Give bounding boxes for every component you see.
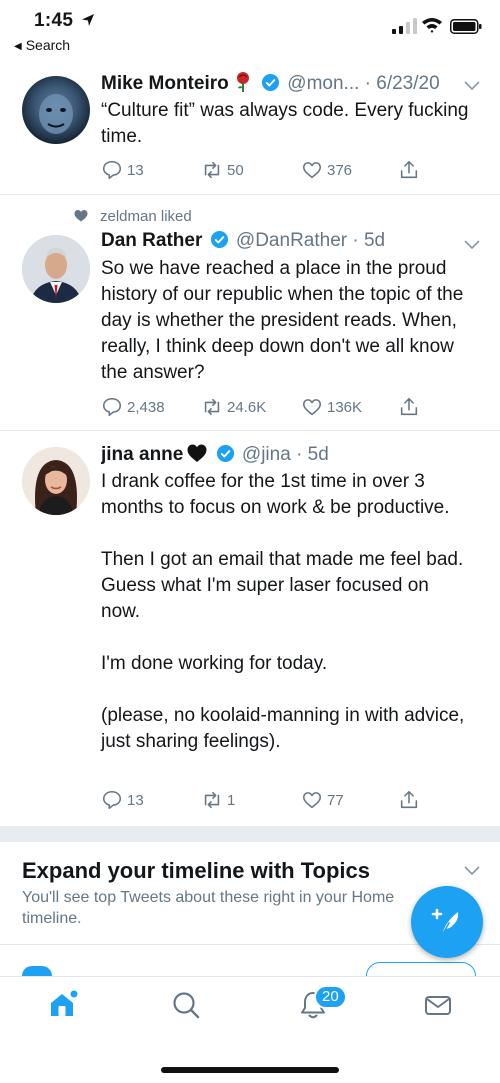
heart-icon: [302, 792, 322, 809]
tab-search[interactable]: [170, 989, 202, 1021]
chevron-down-icon[interactable]: [464, 81, 480, 91]
location-arrow-icon: [82, 14, 94, 26]
avatar-portrait-icon: [39, 94, 73, 134]
liked-heart-icon: [74, 210, 88, 222]
like-button[interactable]: 136K: [301, 395, 362, 419]
tweet-header: Mike Monteiro @mon... · 6/23/20: [101, 71, 460, 95]
tweet[interactable]: zeldman liked Dan Rather @DanRather · 5d…: [0, 195, 500, 431]
wifi-icon: [422, 18, 442, 33]
tab-home[interactable]: [47, 989, 79, 1021]
section-separator: [0, 826, 500, 842]
handle-and-time: @mon... · 6/23/20: [287, 73, 440, 94]
cellular-signal-icon: [392, 18, 417, 34]
retweet-count: 1: [227, 791, 236, 809]
battery-icon: [450, 19, 482, 34]
topic-item-icon: [22, 966, 52, 976]
tweet-header: jina anne @jina · 5d: [101, 442, 460, 466]
social-context: zeldman liked: [74, 208, 192, 225]
back-label: Search: [25, 37, 71, 53]
chevron-down-icon[interactable]: [464, 866, 480, 876]
retweet-count: 24.6K: [227, 398, 267, 416]
tweet-actions: 13 1 77: [101, 788, 431, 812]
display-name[interactable]: jina anne: [101, 444, 183, 465]
handle-and-time: @jina · 5d: [241, 444, 329, 465]
display-name[interactable]: Mike Monteiro: [101, 73, 229, 94]
tweet-text: So we have reached a place in the proud …: [101, 258, 469, 383]
display-name[interactable]: Dan Rather: [101, 230, 202, 251]
tweet-text: I drank coffee for the 1st time in over …: [101, 471, 465, 752]
rose-icon: [236, 72, 249, 92]
chevron-down-icon[interactable]: [464, 240, 480, 250]
reply-icon: [102, 397, 122, 417]
search-icon: [173, 992, 200, 1019]
topics-subtitle: You'll see top Tweets about these right …: [22, 889, 395, 927]
retweet-button[interactable]: 50: [201, 158, 244, 182]
retweet-icon: [204, 161, 220, 179]
like-count: 136K: [327, 398, 363, 416]
avatar-portrait-icon: [22, 447, 90, 515]
retweet-count: 50: [227, 161, 244, 179]
tab-messages[interactable]: [422, 989, 454, 1021]
follow-topic-button[interactable]: [366, 962, 476, 976]
tweet-header: Dan Rather @DanRather · 5d: [101, 230, 460, 252]
share-icon: [400, 790, 418, 809]
retweet-icon: [204, 398, 220, 416]
like-button[interactable]: 77: [301, 788, 344, 812]
bottom-tab-bar: 20: [0, 976, 500, 1083]
reply-button[interactable]: 2,438: [101, 395, 165, 419]
reply-count: 2,438: [127, 398, 165, 416]
tweet[interactable]: Mike Monteiro @mon... · 6/23/20 “Culture…: [0, 60, 500, 195]
status-bar: 1:45 ◀ Search: [0, 0, 500, 60]
tweet-text: “Culture fit” was always code. Every fuc…: [101, 100, 474, 147]
reply-button[interactable]: 13: [101, 788, 144, 812]
verified-badge-icon: [261, 73, 280, 92]
tweet-actions: 2,438 24.6K 136K: [101, 395, 431, 419]
avatar[interactable]: [22, 447, 90, 515]
reply-count: 13: [127, 791, 144, 809]
reply-button[interactable]: 13: [101, 158, 144, 182]
avatar[interactable]: [22, 76, 90, 144]
retweet-button[interactable]: 24.6K: [201, 395, 266, 419]
retweet-button[interactable]: 1: [201, 788, 235, 812]
compose-tweet-button[interactable]: [411, 886, 483, 958]
reply-count: 13: [127, 161, 144, 179]
verified-badge-icon: [216, 444, 234, 463]
black-heart-icon: [187, 444, 207, 462]
status-time: 1:45: [34, 10, 74, 31]
back-triangle-icon: ◀: [14, 41, 22, 52]
home-icon: [51, 990, 78, 1016]
home-indicator: [161, 1067, 339, 1073]
compose-feather-icon: [431, 908, 459, 938]
back-to-search-link[interactable]: ◀ Search: [14, 37, 70, 53]
share-icon: [400, 397, 418, 416]
tweet-actions: 13 50 376: [101, 158, 431, 182]
tweet[interactable]: jina anne @jina · 5d I drank coffee for …: [0, 431, 500, 826]
share-button[interactable]: [398, 788, 424, 812]
handle-and-time: @DanRather · 5d: [235, 230, 386, 251]
social-context-label: zeldman liked: [100, 208, 192, 225]
heart-icon: [302, 162, 322, 179]
messages-icon: [425, 996, 451, 1015]
avatar[interactable]: [22, 235, 90, 303]
verified-badge-icon: [210, 230, 228, 249]
notification-count-badge: 20: [314, 985, 347, 1009]
retweet-icon: [204, 791, 220, 809]
reply-icon: [102, 160, 122, 180]
avatar-portrait-icon: [22, 235, 90, 303]
share-button[interactable]: [398, 158, 424, 182]
share-icon: [400, 160, 418, 179]
reply-icon: [102, 790, 122, 810]
heart-icon: [302, 399, 322, 416]
topics-title: Expand your timeline with Topics: [22, 858, 370, 883]
like-count: 376: [327, 161, 353, 179]
share-button[interactable]: [398, 395, 424, 419]
like-count: 77: [327, 791, 344, 809]
like-button[interactable]: 376: [301, 158, 352, 182]
